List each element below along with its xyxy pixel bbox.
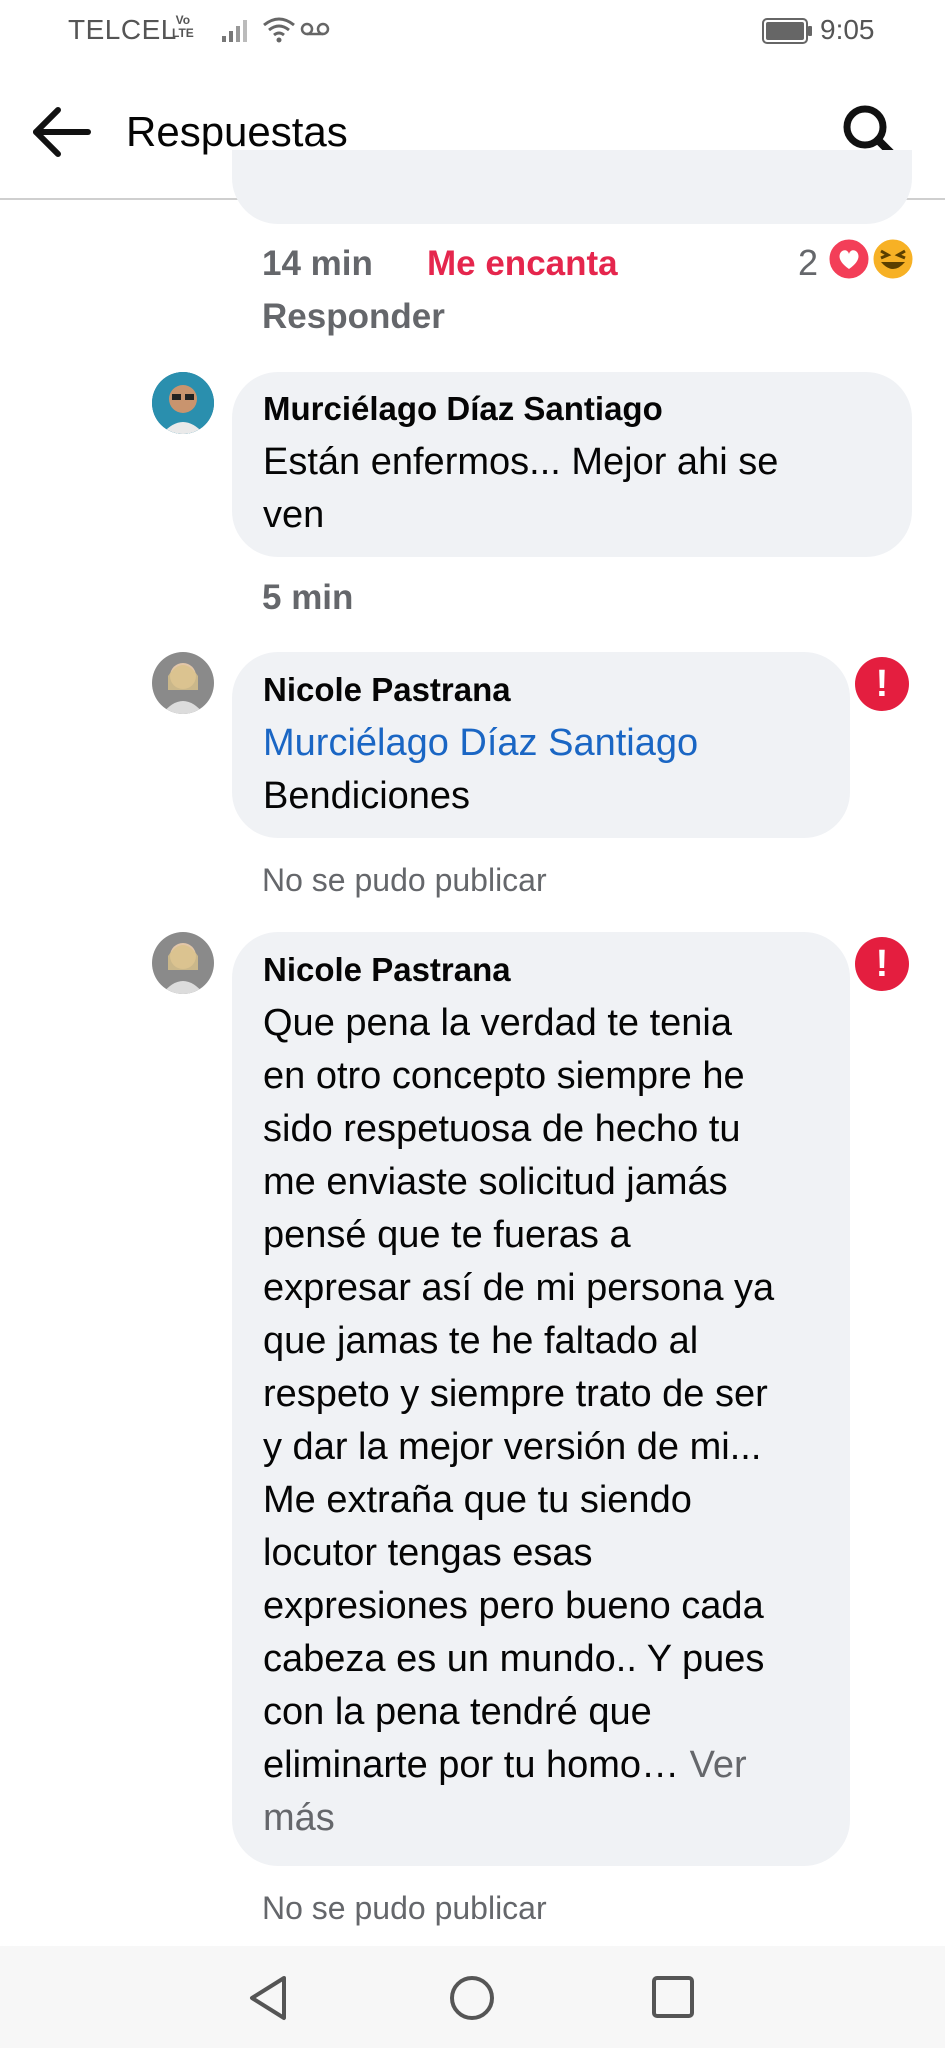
- previous-reply-bubble: [232, 150, 912, 224]
- reaction-count: 2: [798, 242, 819, 283]
- comment-author[interactable]: Murciélago Díaz Santiago: [263, 390, 663, 428]
- clock: 9:05: [820, 14, 875, 45]
- comment-author[interactable]: Nicole Pastrana: [263, 671, 511, 709]
- comment-time: 5 min: [262, 578, 354, 617]
- carrier-name: TELCEL: [68, 14, 177, 45]
- post-failed-status[interactable]: No se pudo publicar: [262, 1890, 547, 1927]
- comment-text: Murciélago Díaz Santiago Bendiciones: [263, 717, 698, 823]
- signal-icon: [222, 20, 247, 42]
- comment-text: Que pena la verdad te tenia en otro conc…: [263, 997, 774, 1845]
- comment-author[interactable]: Nicole Pastrana: [263, 951, 511, 989]
- voicemail-icon: [300, 22, 330, 36]
- comment-bubble: Murciélago Díaz Santiago Están enfermos.…: [232, 372, 912, 557]
- haha-reaction-icon: [870, 236, 916, 282]
- comment-bubble: Nicole Pastrana Murciélago Díaz Santiago…: [232, 652, 850, 838]
- back-arrow-icon[interactable]: [30, 104, 92, 160]
- see-more-link[interactable]: más: [263, 1792, 774, 1845]
- avatar[interactable]: [152, 652, 214, 714]
- nav-recents-icon[interactable]: [650, 1974, 696, 2020]
- system-nav-bar: [0, 1946, 945, 2048]
- status-bar: TELCEL Vo LTE 9:05: [0, 0, 945, 64]
- error-icon[interactable]: !: [855, 657, 909, 711]
- error-icon[interactable]: !: [855, 937, 909, 991]
- reaction-love-link[interactable]: Me encanta: [427, 244, 618, 284]
- post-failed-status[interactable]: No se pudo publicar: [262, 862, 547, 899]
- page-title: Respuestas: [126, 108, 348, 155]
- nav-home-icon[interactable]: [448, 1974, 496, 2022]
- wifi-icon: [263, 17, 295, 43]
- reply-time: 14 min: [262, 244, 373, 283]
- mention-link[interactable]: Murciélago Díaz Santiago: [263, 717, 698, 770]
- battery-icon: [762, 18, 812, 44]
- comment-text: Están enfermos... Mejor ahi se ven: [263, 441, 779, 536]
- avatar[interactable]: [152, 372, 214, 434]
- volte-indicator: Vo LTE: [172, 13, 194, 40]
- love-reaction-icon: [826, 236, 872, 282]
- nav-back-icon[interactable]: [246, 1974, 290, 2022]
- see-more-link[interactable]: Ver: [690, 1744, 747, 1786]
- reply-link[interactable]: Responder: [262, 297, 445, 337]
- avatar[interactable]: [152, 932, 214, 994]
- comment-bubble: Nicole Pastrana Que pena la verdad te te…: [232, 932, 850, 1866]
